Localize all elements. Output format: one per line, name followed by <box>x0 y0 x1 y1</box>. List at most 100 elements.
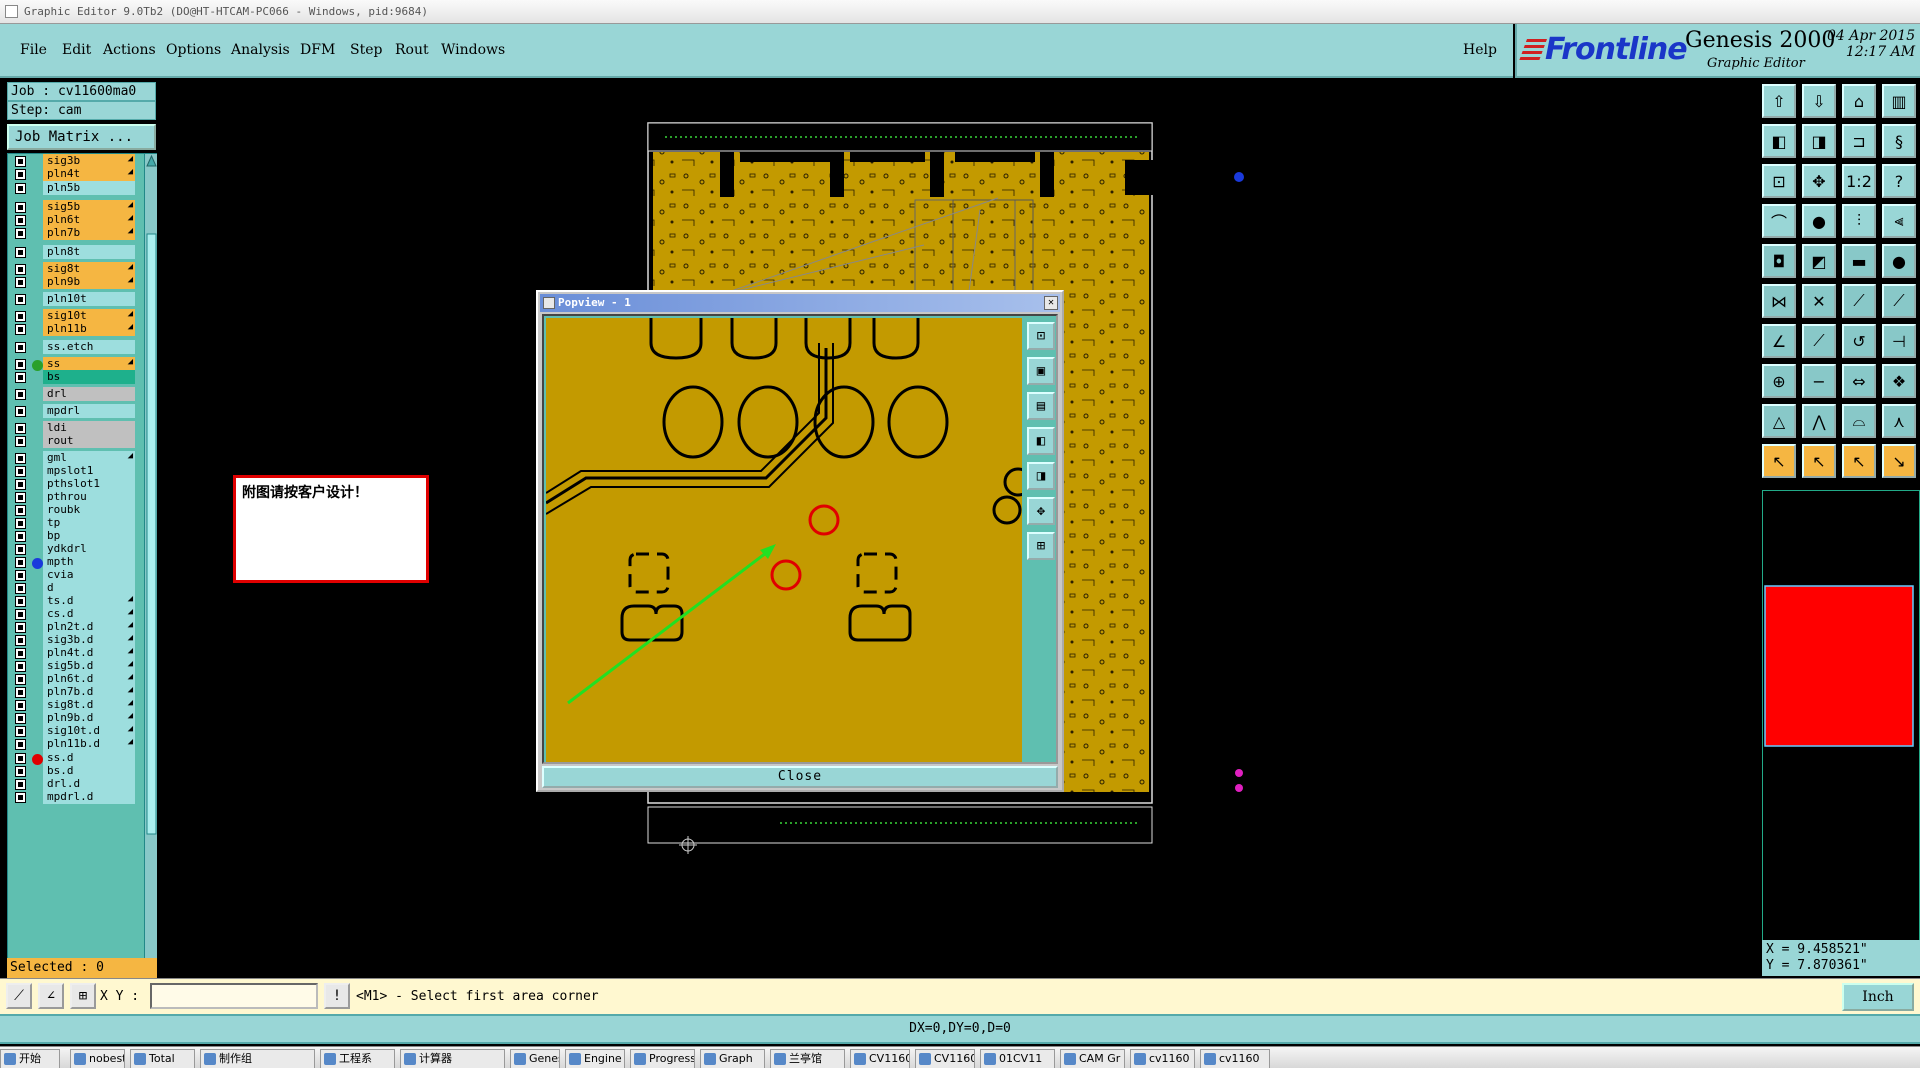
layer-arrow-icon[interactable]: ◢ <box>128 167 133 177</box>
layer-checkbox[interactable] <box>15 183 26 194</box>
layer-row[interactable]: d <box>11 581 135 595</box>
layer-checkbox[interactable] <box>15 466 26 477</box>
layer-arrow-icon[interactable]: ◢ <box>128 646 133 656</box>
layer-checkbox[interactable] <box>15 726 26 737</box>
layer-row[interactable]: bp <box>11 529 135 543</box>
layer-arrow-icon[interactable]: ◢ <box>128 309 133 319</box>
layer-row[interactable]: pln7b.d ◢ <box>11 685 135 699</box>
layer-row[interactable]: ldi <box>11 421 135 435</box>
layer-arrow-icon[interactable]: ◢ <box>128 672 133 682</box>
layer-checkbox[interactable] <box>15 156 26 167</box>
layer-row[interactable]: ydkdrl <box>11 542 135 556</box>
layer-checkbox[interactable] <box>15 687 26 698</box>
layer-arrow-icon[interactable]: ◢ <box>128 620 133 630</box>
taskbar-item[interactable]: Engine <box>565 1049 625 1068</box>
layer-arrow-icon[interactable]: ◢ <box>128 200 133 210</box>
layer-row[interactable]: ss.etch <box>11 340 135 354</box>
layer-arrow-icon[interactable]: ◢ <box>128 357 133 367</box>
cross-icon[interactable]: ✕ <box>1802 284 1836 318</box>
layer-row[interactable]: bs.d <box>11 764 135 778</box>
trace-icon[interactable]: ⫷ <box>1882 204 1916 238</box>
mode-line-icon[interactable]: ⟋ <box>6 983 32 1009</box>
layer-row[interactable]: pln6t ◢ <box>11 213 135 227</box>
layer-arrow-icon[interactable]: ◢ <box>128 698 133 708</box>
unit-button[interactable]: Inch <box>1842 983 1914 1011</box>
layer-checkbox[interactable] <box>15 311 26 322</box>
layer-arrow-icon[interactable]: ◢ <box>128 262 133 272</box>
layer-row[interactable]: pln7b ◢ <box>11 226 135 240</box>
layer-row[interactable]: pln4t ◢ <box>11 167 135 181</box>
anchor-icon[interactable]: ⊕ <box>1762 364 1796 398</box>
left-icon[interactable]: ◧ <box>1762 124 1796 158</box>
node-icon[interactable]: ⋈ <box>1762 284 1796 318</box>
taskbar-item[interactable]: CV1160 <box>850 1049 910 1068</box>
peak-icon[interactable]: ⋀ <box>1802 404 1836 438</box>
layer-checkbox[interactable] <box>15 544 26 555</box>
layer-arrow-icon[interactable]: ◢ <box>128 275 133 285</box>
layer-row[interactable]: drl.d <box>11 777 135 791</box>
layer-checkbox[interactable] <box>15 661 26 672</box>
layer-checkbox[interactable] <box>15 492 26 503</box>
taskbar-item[interactable]: 制作组 <box>200 1049 315 1068</box>
layer-checkbox[interactable] <box>15 700 26 711</box>
layer-row[interactable]: bs <box>11 370 135 384</box>
fit-screen-icon[interactable]: ⊡ <box>1762 164 1796 198</box>
layer-checkbox[interactable] <box>15 215 26 226</box>
link2-icon[interactable]: ⟋ <box>1882 284 1916 318</box>
taskbar-item[interactable]: nobest <box>70 1049 125 1068</box>
menu-step[interactable]: Step <box>350 42 382 58</box>
menu-analysis[interactable]: Analysis <box>231 42 290 58</box>
layer-row[interactable]: sig5b.d ◢ <box>11 659 135 673</box>
layer-checkbox[interactable] <box>15 779 26 790</box>
layer-checkbox[interactable] <box>15 342 26 353</box>
xy-input[interactable] <box>150 983 318 1009</box>
taskbar-item[interactable]: Progress <box>630 1049 695 1068</box>
angle-icon[interactable]: ∠ <box>1762 324 1796 358</box>
start-button[interactable]: 开始 <box>0 1049 60 1068</box>
layer-checkbox[interactable] <box>15 372 26 383</box>
taskbar-item[interactable]: 工程系 <box>320 1049 395 1068</box>
layer-arrow-icon[interactable]: ◢ <box>128 633 133 643</box>
scale-icon[interactable]: 1:2 <box>1842 164 1876 198</box>
taskbar-item[interactable]: CV1160 <box>915 1049 975 1068</box>
layer-arrow-icon[interactable]: ◢ <box>128 322 133 332</box>
layer-checkbox[interactable] <box>15 766 26 777</box>
home-icon[interactable]: ⌂ <box>1842 84 1876 118</box>
layer-arrow-icon[interactable]: ◢ <box>128 594 133 604</box>
layer-checkbox[interactable] <box>15 247 26 258</box>
layer-arrow-icon[interactable]: ◢ <box>128 607 133 617</box>
layer-checkbox[interactable] <box>15 423 26 434</box>
menu-file[interactable]: File <box>20 42 47 58</box>
layer-row[interactable]: pln11b ◢ <box>11 322 135 336</box>
layer-checkbox[interactable] <box>15 453 26 464</box>
menu-options[interactable]: Options <box>166 42 221 58</box>
query-icon[interactable]: ? <box>1882 164 1916 198</box>
snap-icon[interactable]: ● <box>1802 204 1836 238</box>
taskbar-item[interactable]: CAM Gr <box>1060 1049 1125 1068</box>
layer-row[interactable]: mpth <box>11 555 135 569</box>
taskbar-item[interactable]: Genesis <box>510 1049 560 1068</box>
layer-row[interactable]: pln5b <box>11 181 135 195</box>
layer-row[interactable]: mpslot1 <box>11 464 135 478</box>
layer-checkbox[interactable] <box>15 202 26 213</box>
link-icon[interactable]: ⟋ <box>1842 284 1876 318</box>
layer-checkbox[interactable] <box>15 436 26 447</box>
layer-row[interactable]: sig10t.d ◢ <box>11 724 135 738</box>
layer-row[interactable]: pln9b ◢ <box>11 275 135 289</box>
layer-row[interactable]: pln8t <box>11 245 135 259</box>
layer-checkbox[interactable] <box>15 531 26 542</box>
zoom-back-icon[interactable]: ◨ <box>1027 462 1055 490</box>
layer-row[interactable]: mpdrl.d <box>11 790 135 804</box>
fill-icon[interactable]: ◩ <box>1802 244 1836 278</box>
window-icon[interactable]: ▥ <box>1882 84 1916 118</box>
bridge-icon[interactable]: ⌓ <box>1842 404 1876 438</box>
step-up-icon[interactable]: ⇧ <box>1762 84 1796 118</box>
popview-titlebar[interactable]: Popview - 1 ✕ <box>540 294 1060 312</box>
overview-map[interactable] <box>1762 490 1920 950</box>
layer-checkbox[interactable] <box>15 169 26 180</box>
taskbar-item[interactable]: 计算器 <box>400 1049 505 1068</box>
taskbar-item[interactable]: 01CV11 <box>980 1049 1055 1068</box>
measure-icon[interactable]: ⌒ <box>1762 204 1796 238</box>
layer-arrow-icon[interactable]: ◢ <box>128 659 133 669</box>
layer-row[interactable]: drl <box>11 387 135 401</box>
